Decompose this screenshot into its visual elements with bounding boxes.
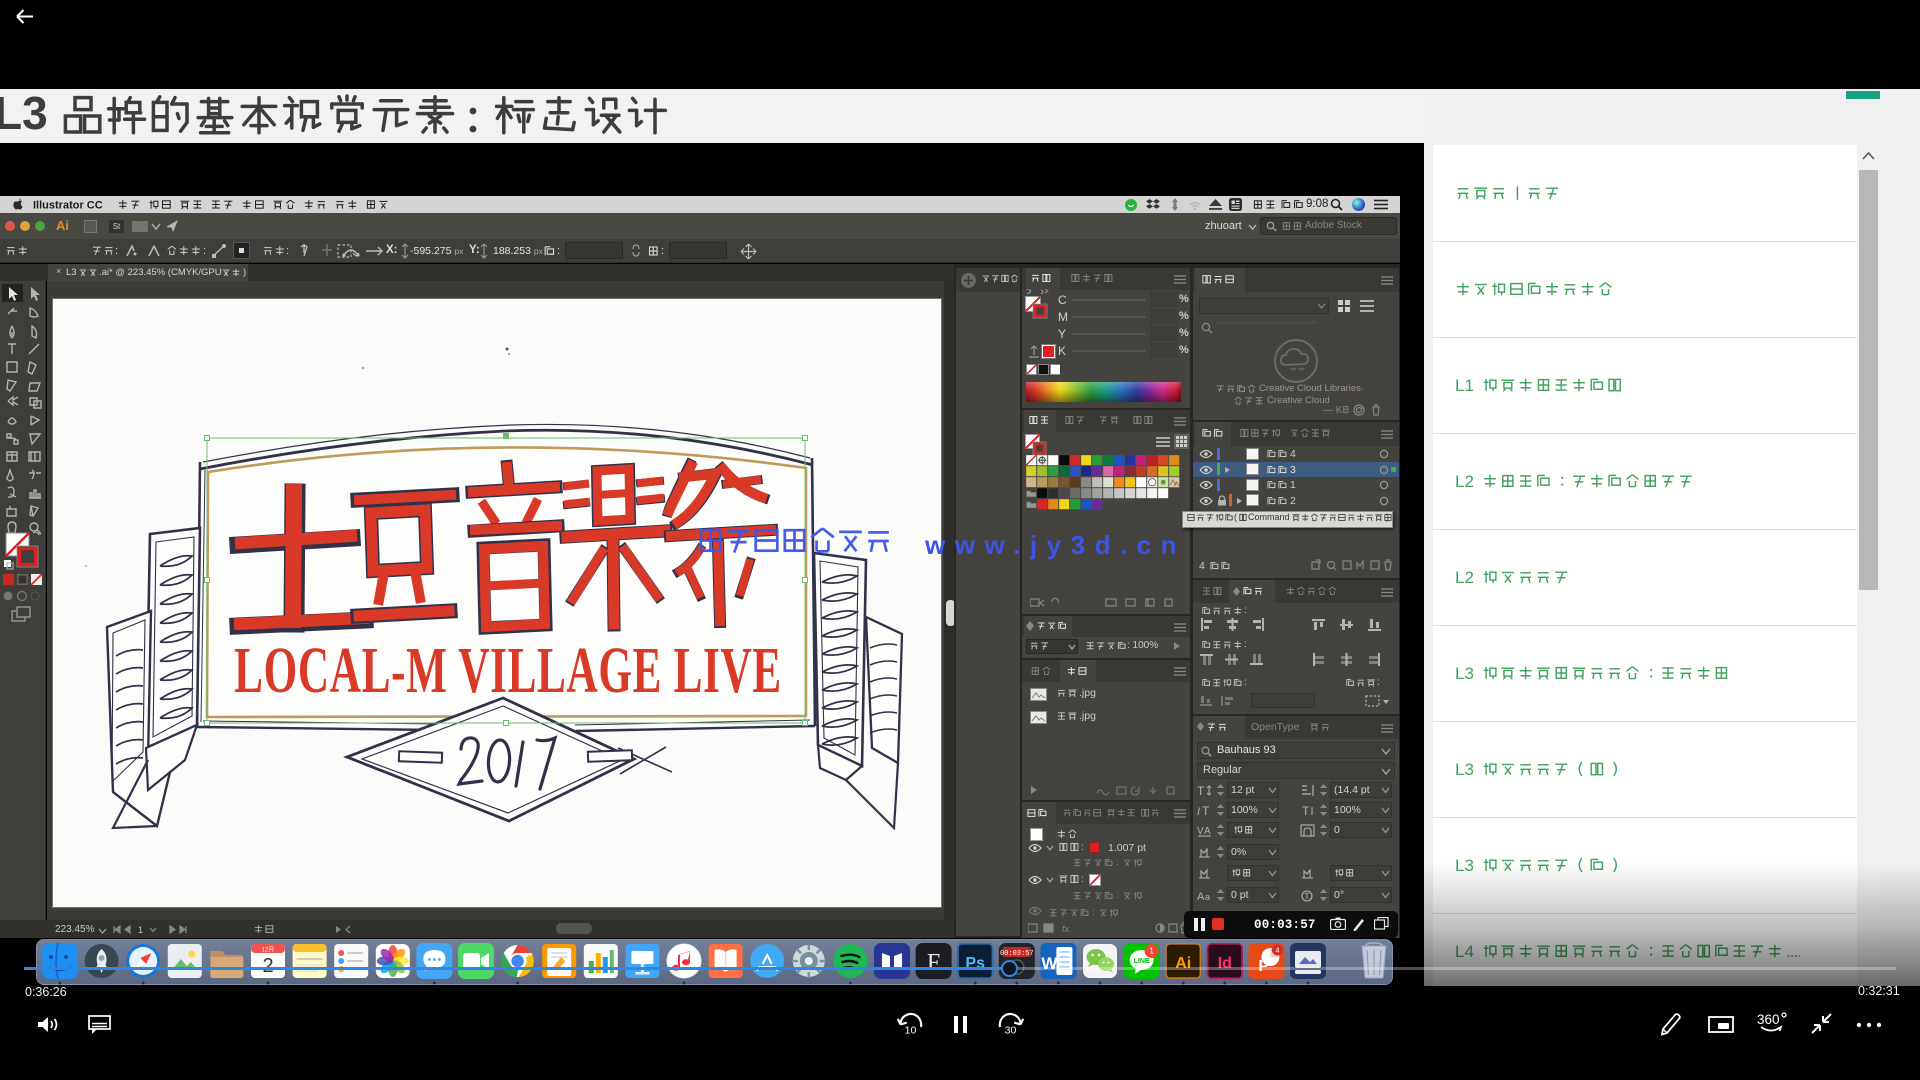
svg-text:T: T [1202, 804, 1210, 818]
svg-text:4: 4 [1275, 948, 1279, 955]
svg-text:LINE: LINE [1134, 958, 1150, 965]
svg-text:V: V [1197, 826, 1204, 837]
svg-text:2: 2 [262, 955, 273, 977]
svg-text:30: 30 [1005, 1025, 1017, 1037]
svg-text:T: T [1302, 804, 1310, 818]
svg-text:A: A [1197, 891, 1205, 903]
svg-text:A: A [1204, 826, 1211, 837]
svg-text:I: I [1197, 806, 1200, 818]
svg-text:a: a [1205, 892, 1210, 902]
svg-text:T: T [1305, 892, 1310, 901]
svg-text:fx.: fx. [1062, 924, 1072, 934]
svg-text:F: F [927, 950, 940, 976]
svg-text:1: 1 [1149, 947, 1154, 956]
svg-text:www.jy3d.cn: www.jy3d.cn [924, 530, 1186, 560]
svg-text:LOCAL-M VILLAGE LIVE: LOCAL-M VILLAGE LIVE [234, 634, 782, 707]
svg-text:Illustrator CC: Illustrator CC [33, 200, 103, 212]
svg-text:12月: 12月 [262, 947, 275, 954]
svg-text:L3: L3 [0, 89, 48, 139]
svg-text:T: T [1197, 784, 1205, 798]
svg-text:W: W [1041, 954, 1058, 973]
svg-text:00:03:57: 00:03:57 [1000, 950, 1034, 958]
svg-text:360: 360 [1757, 1012, 1780, 1027]
svg-text:10: 10 [905, 1025, 917, 1037]
